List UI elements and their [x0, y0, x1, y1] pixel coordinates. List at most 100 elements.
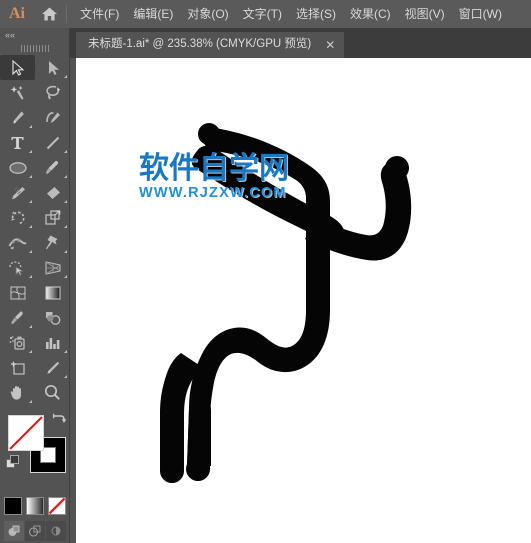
- draw-inside-button[interactable]: [46, 521, 66, 541]
- draw-mode-buttons: [0, 519, 70, 543]
- mesh-tool[interactable]: [0, 280, 35, 305]
- symbol-sprayer-icon: [9, 335, 25, 350]
- flyout-indicator-icon: [29, 400, 32, 403]
- column-graph-tool[interactable]: [35, 330, 70, 355]
- pen-tool[interactable]: [0, 105, 35, 130]
- paintbrush-tool[interactable]: [35, 155, 70, 180]
- ellipse-tool[interactable]: [0, 155, 35, 180]
- flyout-indicator-icon: [64, 375, 67, 378]
- flyout-indicator-icon: [64, 350, 67, 353]
- menu-view[interactable]: 视图(V): [398, 4, 452, 24]
- free-transform-tool[interactable]: [35, 230, 70, 255]
- menu-select[interactable]: 选择(S): [289, 4, 343, 24]
- collapse-toolbar-button[interactable]: ««: [0, 28, 70, 42]
- menu-window[interactable]: 窗口(W): [452, 4, 509, 24]
- none-swatch-button[interactable]: [48, 497, 66, 515]
- gradient-tool[interactable]: [35, 280, 70, 305]
- brush-stroke-path[interactable]: [76, 58, 531, 543]
- artboard-tool[interactable]: [0, 355, 35, 380]
- pen-nib-icon: [13, 111, 24, 124]
- slice-tool[interactable]: [35, 355, 70, 380]
- line-diagonal-icon: [46, 136, 59, 149]
- flyout-indicator-icon: [64, 150, 67, 153]
- line-segment-tool[interactable]: [35, 130, 70, 155]
- hand-icon: [10, 386, 21, 400]
- close-icon[interactable]: ✕: [325, 39, 335, 51]
- flyout-indicator-icon: [29, 125, 32, 128]
- perspective-grid-icon: [44, 260, 61, 275]
- curvature-tool[interactable]: [35, 105, 70, 130]
- eyedropper-icon: [11, 310, 23, 324]
- magic-wand-tool[interactable]: [0, 80, 35, 105]
- eraser-icon: [46, 186, 60, 199]
- magnifier-icon: [44, 384, 60, 400]
- menu-effect[interactable]: 效果(C): [343, 4, 398, 24]
- flyout-indicator-icon: [64, 250, 67, 253]
- lasso-icon: [45, 85, 60, 100]
- flyout-indicator-icon: [29, 225, 32, 228]
- draw-inside-icon: [51, 526, 61, 536]
- color-swatch-button[interactable]: [4, 497, 22, 515]
- default-fill-stroke-icon[interactable]: [6, 455, 20, 469]
- white-arrow-cursor-icon: [48, 60, 59, 75]
- flyout-indicator-icon: [64, 75, 67, 78]
- gradient-square-icon: [45, 286, 60, 299]
- menu-edit[interactable]: 编辑(E): [126, 4, 180, 24]
- type-tool[interactable]: [0, 130, 35, 155]
- width-warp-icon: [8, 237, 27, 249]
- paintbrush-icon: [45, 160, 59, 174]
- shaper-tool[interactable]: [0, 180, 35, 205]
- rotate-icon: [10, 211, 25, 225]
- flyout-indicator-icon: [29, 325, 32, 328]
- menu-object[interactable]: 对象(O): [180, 4, 235, 24]
- swap-fill-stroke-icon[interactable]: [51, 411, 67, 427]
- pushpin-icon: [45, 235, 57, 250]
- perspective-grid-tool[interactable]: [35, 255, 70, 280]
- gradient-swatch-button[interactable]: [26, 497, 44, 515]
- scale-icon: [44, 210, 60, 225]
- shape-builder-tool[interactable]: [0, 255, 35, 280]
- rotate-tool[interactable]: [0, 205, 35, 230]
- eyedropper-tool[interactable]: [0, 305, 35, 330]
- symbol-sprayer-tool[interactable]: [0, 330, 35, 355]
- tools-panel: ««: [0, 28, 70, 543]
- fill-swatch[interactable]: [8, 415, 44, 451]
- flyout-indicator-icon: [29, 350, 32, 353]
- home-icon[interactable]: [34, 0, 64, 28]
- none-slash-icon: [9, 416, 43, 450]
- bar-chart-icon: [46, 337, 60, 349]
- lasso-tool[interactable]: [35, 80, 70, 105]
- flyout-indicator-icon: [29, 150, 32, 153]
- toolbar-drag-grip[interactable]: [0, 42, 70, 55]
- menu-type[interactable]: 文字(T): [236, 4, 289, 24]
- flyout-indicator-icon: [29, 275, 32, 278]
- slice-knife-icon: [47, 361, 60, 374]
- width-tool[interactable]: [0, 230, 35, 255]
- direct-selection-tool[interactable]: [35, 55, 70, 80]
- tool-grid: [0, 55, 70, 405]
- draw-normal-button[interactable]: [4, 521, 24, 541]
- flyout-indicator-icon: [29, 200, 32, 203]
- zoom-tool[interactable]: [35, 380, 70, 405]
- artboard-canvas[interactable]: 软件自学网 WWW.RJZXW.COM: [76, 58, 531, 543]
- scale-tool[interactable]: [35, 205, 70, 230]
- shape-builder-icon: [9, 260, 24, 276]
- illustrator-window: Ai 文件(F) 编辑(E) 对象(O) 文字(T) 选择(S) 效果(C) 视…: [0, 0, 531, 543]
- color-mode-buttons: [0, 493, 70, 519]
- draw-normal-icon: [8, 525, 20, 536]
- mesh-icon: [9, 285, 26, 300]
- flyout-indicator-icon: [64, 175, 67, 178]
- flyout-indicator-icon: [64, 225, 67, 228]
- blend-tool[interactable]: [35, 305, 70, 330]
- menu-file[interactable]: 文件(F): [73, 4, 126, 24]
- selection-tool[interactable]: [0, 55, 35, 80]
- flyout-indicator-icon: [64, 275, 67, 278]
- document-tab[interactable]: 未标题-1.ai* @ 235.38% (CMYK/GPU 预览) ✕: [76, 32, 345, 58]
- arrow-cursor-icon: [11, 59, 24, 76]
- blend-icon: [45, 311, 60, 325]
- hand-tool[interactable]: [0, 380, 35, 405]
- document-tab-bar: 未标题-1.ai* @ 235.38% (CMYK/GPU 预览) ✕: [0, 28, 531, 58]
- eraser-tool[interactable]: [35, 180, 70, 205]
- curvature-pen-icon: [45, 111, 60, 123]
- draw-behind-button[interactable]: [25, 521, 45, 541]
